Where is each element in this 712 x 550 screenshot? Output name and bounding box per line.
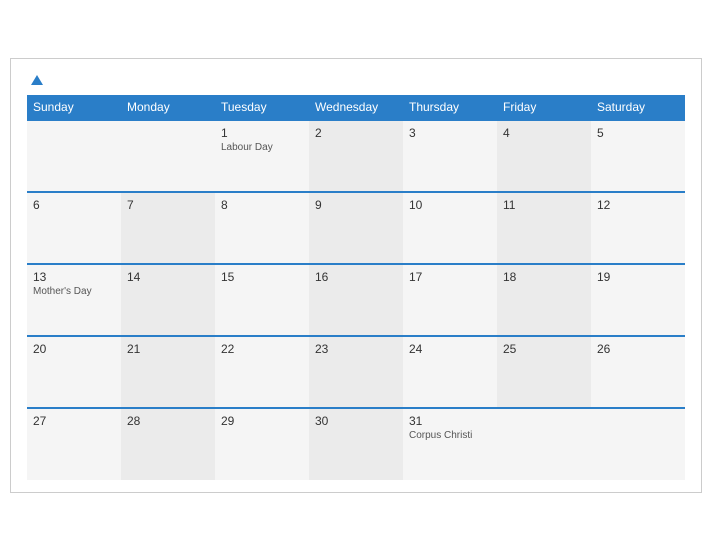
logo-blue-text bbox=[27, 75, 43, 85]
calendar-thead: SundayMondayTuesdayWednesdayThursdayFrid… bbox=[27, 95, 685, 120]
calendar-cell bbox=[591, 408, 685, 480]
date-number: 17 bbox=[409, 270, 491, 284]
calendar-cell: 11 bbox=[497, 192, 591, 264]
date-number: 11 bbox=[503, 198, 585, 212]
calendar-cell bbox=[497, 408, 591, 480]
date-number: 1 bbox=[221, 126, 303, 140]
date-number: 26 bbox=[597, 342, 679, 356]
calendar-cell: 28 bbox=[121, 408, 215, 480]
calendar-cell: 26 bbox=[591, 336, 685, 408]
date-number: 8 bbox=[221, 198, 303, 212]
date-number: 12 bbox=[597, 198, 679, 212]
calendar-week-row: 1 Labour Day 2345 bbox=[27, 120, 685, 192]
logo bbox=[27, 75, 43, 85]
holiday-label: Corpus Christi bbox=[409, 430, 491, 441]
calendar-week-row: 13 Mother's Day 14 15 16 17 18 19 bbox=[27, 264, 685, 336]
date-number: 18 bbox=[503, 270, 585, 284]
date-number: 16 bbox=[315, 270, 397, 284]
date-number: 25 bbox=[503, 342, 585, 356]
calendar-cell: 29 bbox=[215, 408, 309, 480]
calendar-cell: 25 bbox=[497, 336, 591, 408]
weekday-header-row: SundayMondayTuesdayWednesdayThursdayFrid… bbox=[27, 95, 685, 120]
logo-triangle-icon bbox=[31, 75, 43, 85]
weekday-header-thursday: Thursday bbox=[403, 95, 497, 120]
calendar-cell: 18 bbox=[497, 264, 591, 336]
calendar-cell bbox=[121, 120, 215, 192]
calendar-header bbox=[27, 75, 685, 85]
date-number: 19 bbox=[597, 270, 679, 284]
calendar-week-row: 6789 10 11 12 bbox=[27, 192, 685, 264]
date-number: 7 bbox=[127, 198, 209, 212]
weekday-header-monday: Monday bbox=[121, 95, 215, 120]
calendar-cell: 2 bbox=[309, 120, 403, 192]
calendar-cell: 7 bbox=[121, 192, 215, 264]
calendar-cell: 16 bbox=[309, 264, 403, 336]
calendar-week-row: 20 21 22 23 24 25 26 bbox=[27, 336, 685, 408]
calendar-cell: 21 bbox=[121, 336, 215, 408]
calendar-cell: 27 bbox=[27, 408, 121, 480]
calendar-cell: 3 bbox=[403, 120, 497, 192]
calendar-week-row: 27 28 29 30 31 Corpus Christi bbox=[27, 408, 685, 480]
date-number: 27 bbox=[33, 414, 115, 428]
calendar-container: SundayMondayTuesdayWednesdayThursdayFrid… bbox=[10, 58, 702, 493]
date-number: 23 bbox=[315, 342, 397, 356]
calendar-cell: 20 bbox=[27, 336, 121, 408]
calendar-grid: SundayMondayTuesdayWednesdayThursdayFrid… bbox=[27, 95, 685, 480]
date-number: 24 bbox=[409, 342, 491, 356]
calendar-cell: 19 bbox=[591, 264, 685, 336]
date-number: 6 bbox=[33, 198, 115, 212]
calendar-cell: 14 bbox=[121, 264, 215, 336]
date-number: 31 bbox=[409, 414, 491, 428]
calendar-cell: 5 bbox=[591, 120, 685, 192]
calendar-cell: 4 bbox=[497, 120, 591, 192]
date-number: 13 bbox=[33, 270, 115, 284]
date-number: 9 bbox=[315, 198, 397, 212]
calendar-cell: 6 bbox=[27, 192, 121, 264]
date-number: 2 bbox=[315, 126, 397, 140]
weekday-header-sunday: Sunday bbox=[27, 95, 121, 120]
date-number: 14 bbox=[127, 270, 209, 284]
date-number: 10 bbox=[409, 198, 491, 212]
date-number: 28 bbox=[127, 414, 209, 428]
calendar-body: 1Labour Day2345678910111213Mother's Day1… bbox=[27, 120, 685, 480]
calendar-cell: 31 Corpus Christi bbox=[403, 408, 497, 480]
calendar-cell: 30 bbox=[309, 408, 403, 480]
holiday-label: Labour Day bbox=[221, 142, 303, 153]
date-number: 30 bbox=[315, 414, 397, 428]
date-number: 15 bbox=[221, 270, 303, 284]
calendar-cell: 23 bbox=[309, 336, 403, 408]
weekday-header-tuesday: Tuesday bbox=[215, 95, 309, 120]
calendar-cell: 12 bbox=[591, 192, 685, 264]
calendar-cell: 15 bbox=[215, 264, 309, 336]
calendar-cell: 24 bbox=[403, 336, 497, 408]
date-number: 29 bbox=[221, 414, 303, 428]
weekday-header-saturday: Saturday bbox=[591, 95, 685, 120]
date-number: 4 bbox=[503, 126, 585, 140]
calendar-cell: 9 bbox=[309, 192, 403, 264]
holiday-label: Mother's Day bbox=[33, 286, 115, 297]
calendar-cell: 8 bbox=[215, 192, 309, 264]
weekday-header-wednesday: Wednesday bbox=[309, 95, 403, 120]
calendar-cell: 13 Mother's Day bbox=[27, 264, 121, 336]
date-number: 3 bbox=[409, 126, 491, 140]
date-number: 21 bbox=[127, 342, 209, 356]
date-number: 22 bbox=[221, 342, 303, 356]
calendar-cell: 1 Labour Day bbox=[215, 120, 309, 192]
date-number: 20 bbox=[33, 342, 115, 356]
calendar-cell bbox=[27, 120, 121, 192]
calendar-cell: 10 bbox=[403, 192, 497, 264]
weekday-header-friday: Friday bbox=[497, 95, 591, 120]
calendar-cell: 22 bbox=[215, 336, 309, 408]
date-number: 5 bbox=[597, 126, 679, 140]
calendar-cell: 17 bbox=[403, 264, 497, 336]
